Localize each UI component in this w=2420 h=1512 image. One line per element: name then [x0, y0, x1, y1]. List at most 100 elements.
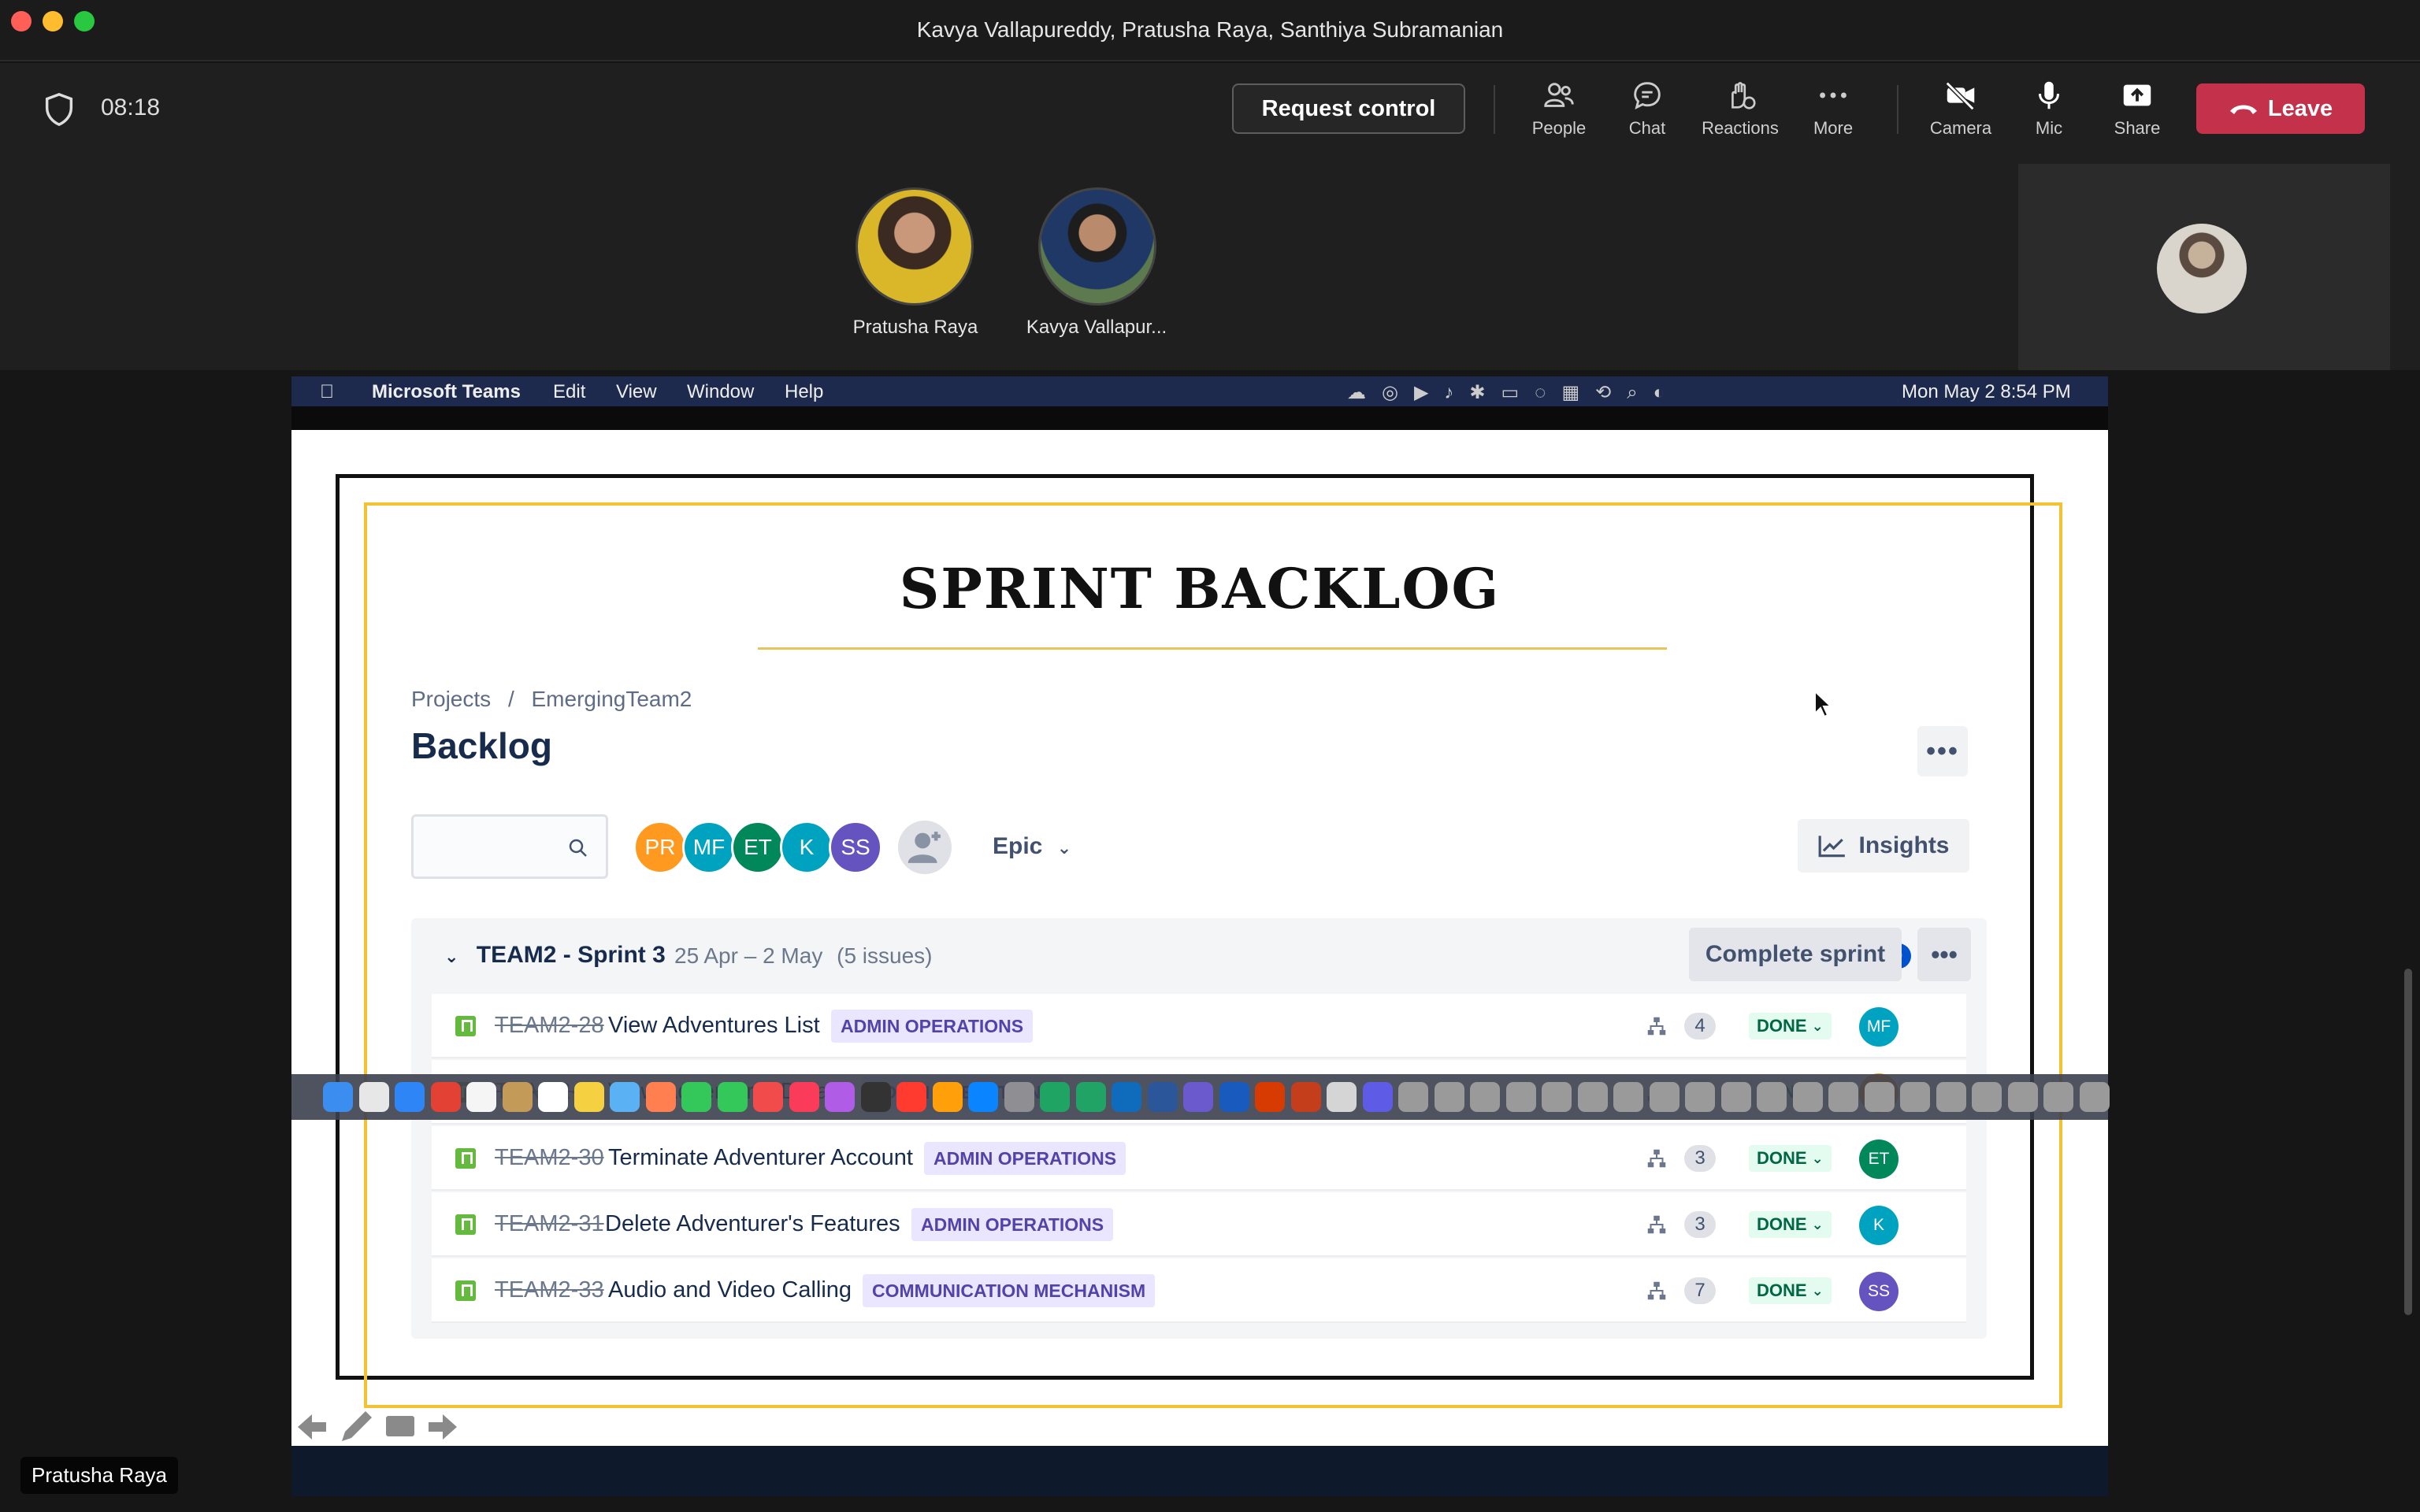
chevron-down-icon: ⌄ — [1811, 1017, 1824, 1034]
share-button[interactable]: Share — [2094, 77, 2181, 139]
insights-label: Insights — [1858, 832, 1950, 858]
issue-row[interactable]: TEAM2-29 View Adventurer Details ADMIN OPE… — [432, 1060, 1966, 1125]
chevron-down-icon: ⌄ — [1811, 1084, 1824, 1100]
epic-filter-dropdown[interactable]: Epic ⌄ — [993, 833, 1071, 860]
issue-row[interactable]: TEAM2-33 Audio and Video Calling COMMUNICA… — [432, 1258, 1966, 1323]
issue-summary[interactable]: Delete Adventurer's Features — [605, 1211, 900, 1237]
issue-row[interactable]: TEAM2-31 Delete Adventurer's Features ADMI… — [432, 1192, 1966, 1257]
status-label: DONE — [1757, 1148, 1807, 1168]
chat-button[interactable]: Chat — [1604, 77, 1691, 139]
issue-key[interactable]: TEAM2-31 — [495, 1211, 604, 1237]
call-timer: 08:18 — [101, 94, 161, 120]
status-label: DONE — [1757, 1214, 1807, 1234]
avatar-filter-pr[interactable]: PR — [633, 821, 687, 874]
issue-key[interactable]: TEAM2-30 — [495, 1145, 604, 1171]
people-icon — [1544, 83, 1574, 107]
issue-summary[interactable]: View Adventurer Details — [608, 1079, 850, 1105]
request-control-button[interactable]: Request control — [1232, 83, 1465, 134]
reactions-label: Reactions — [1702, 118, 1779, 138]
story-icon — [455, 1148, 476, 1169]
issue-summary[interactable]: Audio and Video Calling — [608, 1277, 852, 1303]
issue-key[interactable]: TEAM2-28 — [495, 1013, 604, 1039]
breadcrumb-projects[interactable]: Projects — [411, 687, 491, 711]
menu-view[interactable]: View — [616, 381, 657, 403]
epic-lozenge[interactable]: ADMIN OPERATIONS — [861, 1076, 1063, 1109]
child-issues-icon — [1647, 1149, 1666, 1168]
complete-sprint-button[interactable]: Complete sprint — [1689, 928, 1902, 981]
participant-name: Kavya Vallapur... — [1026, 317, 1167, 338]
phone-hangup-icon — [2229, 105, 2257, 114]
epic-lozenge[interactable]: ADMIN OPERATIONS — [831, 1010, 1034, 1043]
status-dropdown[interactable]: DONE ⌄ — [1749, 1013, 1832, 1040]
story-icon — [455, 1082, 476, 1102]
status-dropdown[interactable]: DONE ⌄ — [1749, 1145, 1832, 1172]
comment-icon[interactable] — [386, 1416, 414, 1436]
avatar-filter-k[interactable]: K — [780, 821, 833, 874]
reactions-button[interactable]: Reactions — [1697, 77, 1783, 139]
backlog-more-button[interactable]: ••• — [1917, 726, 1968, 776]
mouse-pointer-icon — [1814, 690, 1832, 718]
participant-avatar-kavya[interactable] — [1038, 187, 1156, 306]
self-avatar — [2157, 224, 2247, 313]
search-icon — [569, 839, 587, 857]
assignee-avatar[interactable]: MF — [1859, 1007, 1899, 1047]
breadcrumb-project[interactable]: EmergingTeam2 — [532, 687, 692, 711]
add-people-button[interactable] — [898, 821, 952, 874]
assignee-avatar[interactable]: SS — [1859, 1272, 1899, 1311]
assignee-avatar[interactable]: PR — [1859, 1073, 1899, 1113]
issue-key[interactable]: TEAM2-33 — [495, 1277, 604, 1303]
window-titlebar: Kavya Vallapureddy, Pratusha Raya, Santh… — [0, 0, 2420, 61]
epic-lozenge[interactable]: ADMIN OPERATIONS — [924, 1142, 1126, 1175]
scrollbar[interactable] — [2404, 969, 2412, 1315]
meeting-toolbar: 08:18 Request control People Chat Reacti… — [0, 63, 2420, 156]
search-input[interactable] — [411, 814, 608, 879]
status-dropdown[interactable]: DONE ⌄ — [1749, 1277, 1832, 1304]
camera-button[interactable]: Camera — [1917, 77, 2004, 139]
pen-icon[interactable] — [342, 1411, 372, 1441]
people-button[interactable]: People — [1516, 77, 1602, 139]
assignee-avatar[interactable]: ET — [1859, 1140, 1899, 1179]
arrow-right-icon[interactable] — [429, 1414, 457, 1440]
self-video-tile[interactable] — [2018, 164, 2390, 370]
toolbar-divider — [1897, 85, 1899, 134]
more-icon — [1820, 92, 1847, 98]
menu-window[interactable]: Window — [687, 381, 754, 403]
chat-label: Chat — [1628, 118, 1666, 138]
apple-icon[interactable]:  — [320, 381, 334, 403]
menu-help[interactable]: Help — [785, 381, 823, 403]
people-label: People — [1531, 118, 1587, 138]
sprint-more-button[interactable]: ••• — [1917, 928, 1971, 981]
issue-summary[interactable]: View Adventures List — [608, 1013, 820, 1039]
avatar-filter-mf[interactable]: MF — [682, 821, 736, 874]
menu-app-name[interactable]: Microsoft Teams — [372, 381, 521, 403]
mic-button[interactable]: Mic — [2006, 77, 2092, 139]
shield-icon — [45, 92, 73, 127]
avatar-filter-ss[interactable]: SS — [829, 821, 882, 874]
issue-row[interactable]: TEAM2-28 View Adventures List ADMIN OPERAT… — [432, 994, 1966, 1058]
participant-avatar-pratusha[interactable] — [856, 187, 974, 306]
story-points: 3 — [1684, 1211, 1716, 1238]
more-button[interactable]: More — [1790, 77, 1876, 139]
issue-summary[interactable]: Terminate Adventurer Account — [608, 1145, 913, 1171]
epic-lozenge[interactable]: ADMIN OPERATIONS — [911, 1208, 1114, 1241]
story-icon — [455, 1280, 476, 1301]
story-points: 3 — [1684, 1145, 1716, 1172]
avatar-filter-et[interactable]: ET — [731, 821, 785, 874]
status-label: DONE — [1757, 1016, 1807, 1036]
issue-row[interactable]: TEAM2-30 Terminate Adventurer Account ADMI… — [432, 1126, 1966, 1191]
status-label: DONE — [1757, 1082, 1807, 1102]
leave-button[interactable]: Leave — [2196, 83, 2365, 134]
story-points: 4 — [1684, 1013, 1716, 1040]
menu-edit[interactable]: Edit — [553, 381, 585, 403]
assignee-avatar[interactable]: K — [1859, 1206, 1899, 1245]
child-issues-icon — [1647, 1017, 1666, 1036]
chevron-down-icon: ⌄ — [1811, 1150, 1824, 1166]
arrow-left-icon[interactable] — [298, 1414, 326, 1440]
breadcrumb: Projects / EmergingTeam2 — [411, 687, 692, 712]
issue-key[interactable]: TEAM2-29 — [495, 1079, 604, 1105]
insights-button[interactable]: Insights — [1798, 819, 1969, 873]
status-dropdown[interactable]: DONE ⌄ — [1749, 1211, 1832, 1238]
epic-lozenge[interactable]: COMMUNICATION MECHANISM — [863, 1274, 1156, 1307]
status-label: DONE — [1757, 1280, 1807, 1300]
status-dropdown[interactable]: DONE ⌄ — [1749, 1079, 1832, 1106]
